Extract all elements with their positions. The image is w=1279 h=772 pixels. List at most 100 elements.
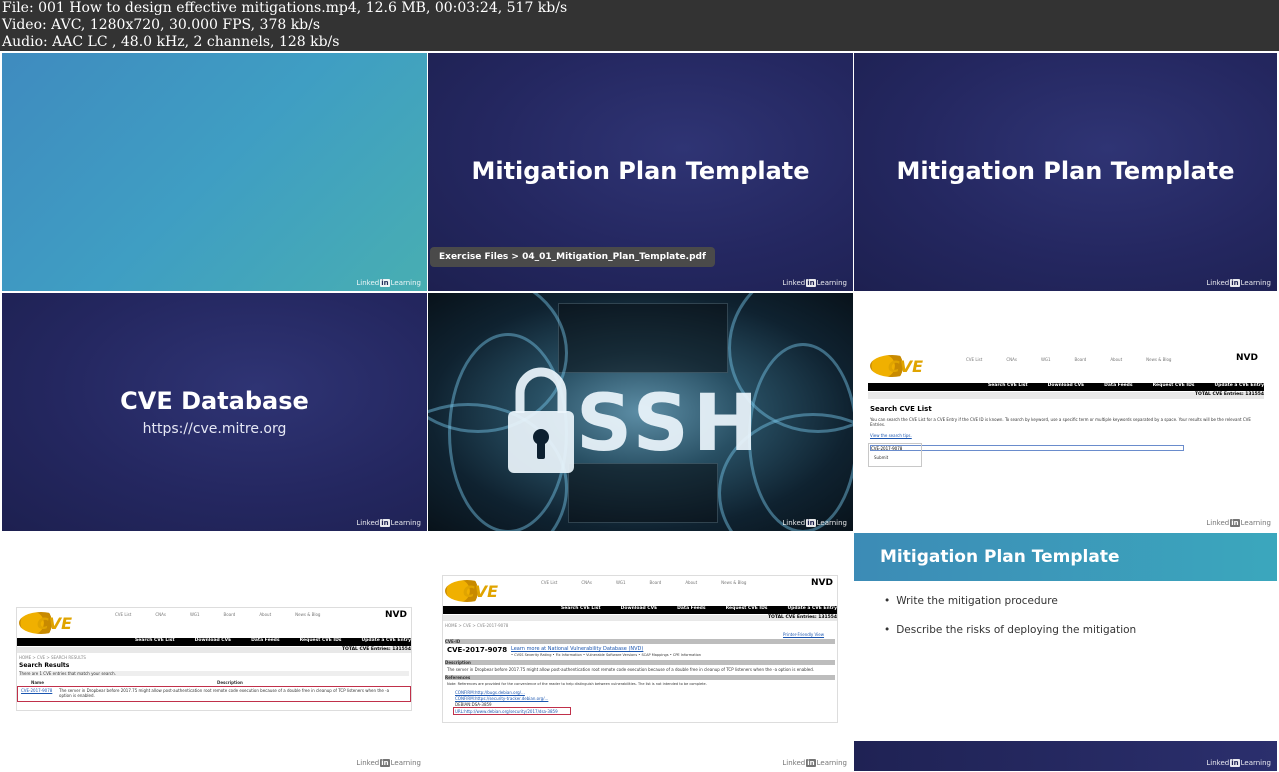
nav-news[interactable]: News & Blog: [295, 612, 320, 617]
nav-wg[interactable]: WG1: [1041, 357, 1051, 362]
nav-cnas[interactable]: CNAs: [1006, 357, 1017, 362]
top-nav: CVE List CNAs WG1 Board About News & Blog: [115, 612, 344, 617]
nav-board[interactable]: Board: [1075, 357, 1087, 362]
linkedin-learning-logo: Linked in Learning: [782, 519, 847, 527]
printer-friendly-link[interactable]: Printer-Friendly View: [783, 632, 824, 637]
nav-request-ids[interactable]: Request CVE IDs: [726, 606, 768, 611]
reference-link[interactable]: CONFIRM:https://security-tracker.debian.…: [455, 696, 548, 701]
nav-news[interactable]: News & Blog: [1146, 357, 1171, 362]
cve-logo: CVE: [445, 580, 498, 602]
network-cable: [748, 343, 853, 531]
nav-news[interactable]: News & Blog: [721, 580, 746, 585]
column-description: Description: [217, 680, 243, 685]
description-label: Description: [445, 660, 835, 665]
main-nav-bar: Search CVE List Download CVE Data Feeds Req…: [17, 638, 411, 646]
reference-link[interactable]: CONFIRM:http://bugs.debian.org/...: [455, 690, 525, 695]
linkedin-learning-logo: Linked in Learning: [356, 519, 421, 527]
linkedin-learning-logo: Linked in Learning: [356, 759, 421, 767]
cve-detail-page: CVE CVE List CNAs WG1 Board About News & Blog…: [442, 575, 838, 723]
breadcrumb: HOME > CVE > SEARCH RESULTS: [19, 655, 86, 660]
server-rack: [568, 463, 718, 523]
nav-about[interactable]: About: [259, 612, 271, 617]
references-note: Note: References are provided for the co…: [447, 682, 707, 686]
frame-5-thumbnail[interactable]: SSH Linked in Learning: [428, 293, 853, 531]
cve-description: The server in Dropbear before 2017.75 mi…: [447, 667, 815, 672]
nvd-features: • CVSS Severity Rating • Fix Information…: [511, 653, 702, 657]
frame-3-thumbnail[interactable]: Mitigation Plan Template Linked in Learnin…: [854, 53, 1277, 291]
cve-results-page: CVE CVE List CNAs WG1 Board About News & Blog…: [16, 607, 412, 711]
highlight-box: [453, 707, 571, 715]
cve-id-label: CVE-ID: [445, 639, 835, 644]
nvd-label[interactable]: NVD: [1236, 353, 1258, 363]
search-tips-link[interactable]: View the search tips.: [870, 433, 912, 438]
file-info-line: File: 001 How to design effective mitiga…: [2, 0, 568, 16]
nav-search-cve[interactable]: Search CVE List: [561, 606, 601, 611]
top-nav: CVE List CNAs WG1 Board About News & Blog: [541, 580, 770, 585]
nav-update-entry[interactable]: Update a CVE Entry: [787, 606, 837, 611]
slide-title: CVE Database: [120, 387, 309, 415]
nav-data-feeds[interactable]: Data Feeds: [677, 606, 705, 611]
bullet-list: Write the mitigation procedure Describe …: [884, 595, 1136, 653]
exercise-file-path-caption: Exercise Files > 04_01_Mitigation_Plan_T…: [430, 247, 715, 267]
linkedin-learning-logo: Linked in Learning: [356, 279, 421, 287]
slide-title: Mitigation Plan Template: [880, 547, 1120, 567]
slide-subtitle-url: https://cve.mitre.org: [142, 421, 287, 437]
slide-title: Mitigation Plan Template: [471, 157, 810, 185]
cve-search-page: CVE CVE List CNAs WG1 Board About News & Blog…: [868, 351, 1264, 471]
linkedin-learning-logo: Linked in Learning: [782, 759, 847, 767]
nav-data-feeds[interactable]: Data Feeds: [1104, 383, 1132, 388]
frame-1-thumbnail[interactable]: Linked in Learning: [2, 53, 427, 291]
bullet-item: Write the mitigation procedure: [884, 595, 1136, 607]
nvd-label[interactable]: NVD: [385, 610, 407, 620]
nav-cve-list[interactable]: CVE List: [115, 612, 131, 617]
nav-cnas[interactable]: CNAs: [581, 580, 592, 585]
cve-logo: CVE: [870, 355, 923, 377]
breadcrumb: HOME > CVE > CVE-2017-9078: [445, 623, 509, 628]
nav-download-cve[interactable]: Download CVE: [195, 638, 232, 643]
nvd-label[interactable]: NVD: [811, 578, 833, 588]
main-nav-bar: Search CVE List Download CVE Data Feeds Req…: [443, 606, 837, 614]
slide-title: Mitigation Plan Template: [896, 157, 1235, 185]
nvd-link[interactable]: Learn more at National Vulnerability Dat…: [511, 646, 643, 652]
nav-search-cve[interactable]: Search CVE List: [135, 638, 175, 643]
total-entries: TOTAL CVE Entries: 131554: [443, 615, 837, 621]
frame-4-thumbnail[interactable]: CVE Database https://cve.mitre.org Linke…: [2, 293, 427, 531]
total-entries: TOTAL CVE Entries: 131554: [17, 647, 411, 653]
frame-8-thumbnail[interactable]: CVE CVE List CNAs WG1 Board About News & Blog…: [428, 533, 853, 771]
video-info-line: Video: AVC, 1280x720, 30.000 FPS, 378 kb…: [2, 17, 321, 33]
linkedin-learning-logo: Linked in Learning: [1206, 519, 1271, 527]
nav-data-feeds[interactable]: Data Feeds: [251, 638, 279, 643]
nav-about[interactable]: About: [685, 580, 697, 585]
nav-search-cve[interactable]: Search CVE List: [988, 383, 1028, 388]
nav-update-entry[interactable]: Update a CVE Entry: [1214, 383, 1264, 388]
file-info-header: File: 001 How to design effective mitiga…: [0, 0, 1279, 51]
nav-cve-list[interactable]: CVE List: [966, 357, 982, 362]
nav-request-ids[interactable]: Request CVE IDs: [300, 638, 342, 643]
linkedin-learning-logo: Linked in Learning: [1206, 279, 1271, 287]
nav-cve-list[interactable]: CVE List: [541, 580, 557, 585]
highlight-box: [868, 443, 922, 467]
references-label: References: [445, 675, 835, 680]
bullet-item: Describe the risks of deploying the miti…: [884, 624, 1136, 636]
nav-download-cve[interactable]: Download CVE: [621, 606, 658, 611]
page-heading: Search Results: [19, 662, 70, 669]
nav-wg[interactable]: WG1: [616, 580, 626, 585]
thumbnail-grid: Linked in Learning Mitigation Plan Templat…: [0, 51, 1279, 772]
frame-6-thumbnail[interactable]: CVE CVE List CNAs WG1 Board About News & Blog…: [854, 293, 1277, 531]
padlock-icon: [508, 367, 574, 473]
nav-cnas[interactable]: CNAs: [155, 612, 166, 617]
nav-download-cve[interactable]: Download CVE: [1048, 383, 1085, 388]
nav-board[interactable]: Board: [224, 612, 236, 617]
nav-board[interactable]: Board: [650, 580, 662, 585]
frame-9-thumbnail[interactable]: Mitigation Plan Template Write the mitig…: [854, 533, 1277, 771]
nav-about[interactable]: About: [1110, 357, 1122, 362]
nav-request-ids[interactable]: Request CVE IDs: [1153, 383, 1195, 388]
page-heading: Search CVE List: [870, 405, 932, 413]
frame-7-thumbnail[interactable]: CVE CVE List CNAs WG1 Board About News & Blog…: [2, 533, 427, 771]
nav-update-entry[interactable]: Update a CVE Entry: [361, 638, 411, 643]
nav-wg[interactable]: WG1: [190, 612, 200, 617]
frame-2-thumbnail[interactable]: Mitigation Plan Template Exercise Files …: [428, 53, 853, 291]
linkedin-learning-logo: Linked in Learning: [1206, 759, 1271, 767]
total-entries: TOTAL CVE Entries: 131554: [868, 392, 1264, 399]
main-nav-bar: Search CVE List Download CVE Data Feeds Req…: [868, 383, 1264, 391]
